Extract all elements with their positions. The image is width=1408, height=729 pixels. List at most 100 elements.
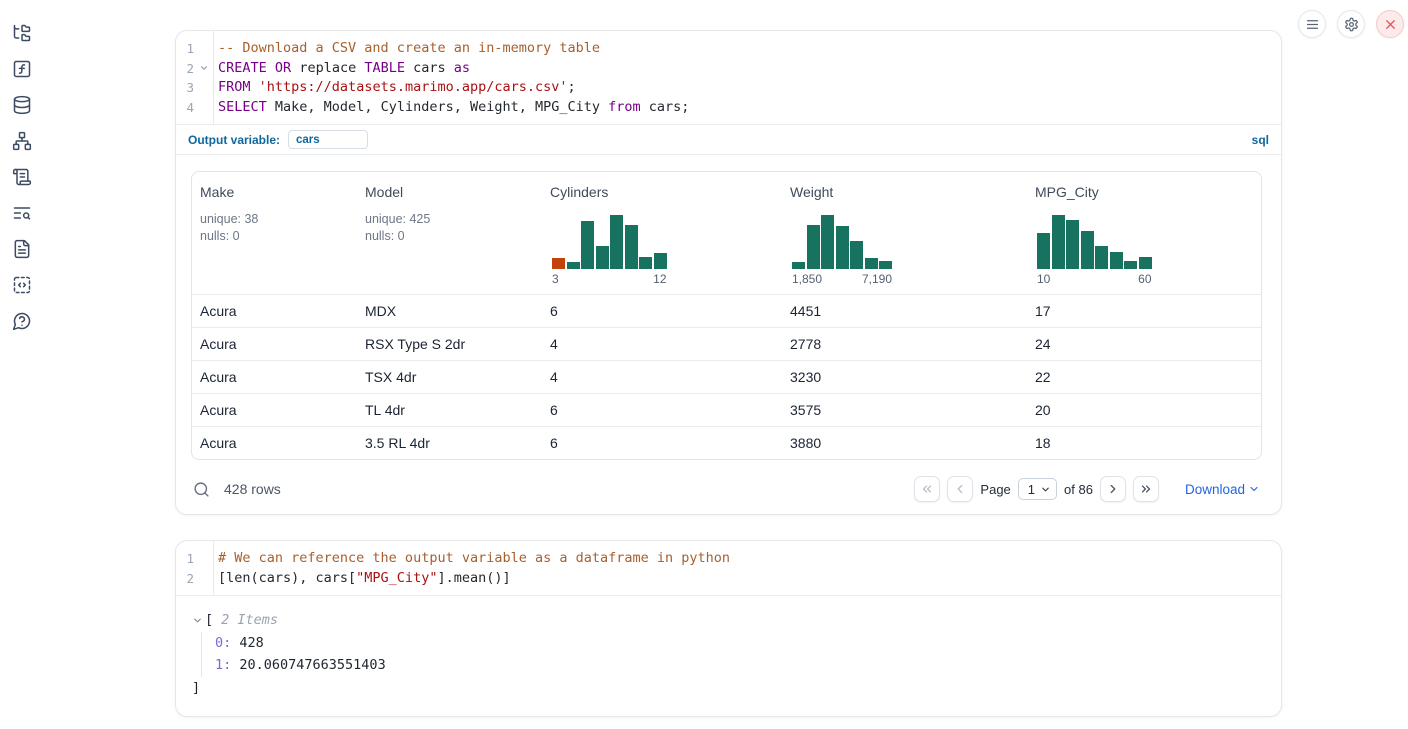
chevrons-left-icon (920, 482, 934, 496)
table-cell: 2778 (782, 327, 1027, 360)
snippets-icon (12, 275, 32, 295)
table-cell: 6 (542, 294, 782, 327)
prev-page-button[interactable] (947, 476, 973, 502)
table-cell: 6 (542, 393, 782, 426)
folder-tree-icon (12, 23, 32, 43)
tree-item: 0: 428 (215, 632, 1265, 655)
histogram-bar (1124, 261, 1137, 269)
tree-item-value: 428 (231, 635, 264, 651)
line-number: 4 (176, 98, 194, 118)
code-line[interactable]: 2[len(cars), cars["MPG_City"].mean()] (176, 569, 1281, 589)
table-cell: 3575 (782, 393, 1027, 426)
histogram-bar (879, 261, 892, 269)
download-button[interactable]: Download (1185, 482, 1260, 497)
page-total-label: of 86 (1064, 482, 1093, 497)
log-search-icon (12, 203, 32, 223)
column-histogram: 312 (552, 215, 667, 286)
document-icon (12, 239, 32, 259)
code-text: FROM 'https://datasets.marimo.app/cars.c… (213, 78, 576, 98)
column-stats: unique: 425nulls: 0 (365, 211, 534, 245)
table-cell: TSX 4dr (357, 360, 542, 393)
table-cell: 4451 (782, 294, 1027, 327)
file-explorer-button[interactable] (12, 23, 32, 43)
histogram-bar (1110, 252, 1123, 269)
page-select-value: 1 (1028, 482, 1035, 497)
collapse-icon[interactable] (192, 615, 203, 626)
shutdown-icon (1383, 17, 1398, 32)
histogram-axis-labels: 1060 (1037, 272, 1152, 286)
first-page-button[interactable] (914, 476, 940, 502)
code-line[interactable]: 1-- Download a CSV and create an in-memo… (176, 39, 1281, 59)
histogram-bar (1095, 246, 1108, 269)
help-button[interactable] (12, 311, 32, 331)
table-footer: 428 rows Page 1 of 86 Download (191, 474, 1262, 504)
table-row[interactable]: AcuraTL 4dr6357520 (192, 393, 1261, 426)
page-select[interactable]: 1 (1018, 478, 1057, 500)
fold-icon[interactable] (194, 59, 213, 79)
column-name: Make (200, 184, 349, 200)
tree-item-value: 20.060747663551403 (231, 657, 385, 673)
code-line[interactable]: 1# We can reference the output variable … (176, 549, 1281, 569)
bracket-close: ] (192, 677, 1265, 700)
column-header-model: Model unique: 425nulls: 0 (357, 172, 542, 294)
datasources-panel-button[interactable] (12, 95, 32, 115)
code-text: CREATE OR replace TABLE cars as (213, 59, 470, 79)
notebook: 1-- Download a CSV and create an in-memo… (175, 30, 1282, 717)
code-line[interactable]: 2CREATE OR replace TABLE cars as (176, 59, 1281, 79)
menu-button[interactable] (1298, 10, 1326, 38)
table-cell: TL 4dr (357, 393, 542, 426)
next-page-button[interactable] (1100, 476, 1126, 502)
snippets-panel-button[interactable] (12, 275, 32, 295)
language-badge: sql (1252, 133, 1269, 147)
code-line[interactable]: 4SELECT Make, Model, Cylinders, Weight, … (176, 98, 1281, 118)
page-label: Page (980, 482, 1010, 497)
chevron-left-icon (953, 482, 967, 496)
table-row[interactable]: AcuraRSX Type S 2dr4277824 (192, 327, 1261, 360)
sql-code-editor[interactable]: 1-- Download a CSV and create an in-memo… (176, 31, 1281, 124)
code-line[interactable]: 3FROM 'https://datasets.marimo.app/cars.… (176, 78, 1281, 98)
code-text: [len(cars), cars["MPG_City"].mean()] (213, 569, 511, 589)
table-row[interactable]: AcuraTSX 4dr4323022 (192, 360, 1261, 393)
histogram-bar (567, 262, 580, 269)
table-cell: Acura (192, 327, 357, 360)
sql-cell: 1-- Download a CSV and create an in-memo… (175, 30, 1282, 515)
column-name: Model (365, 184, 534, 200)
column-header-make: Makeunique: 38nulls: 0 (192, 172, 357, 294)
output-variable-input[interactable] (288, 130, 368, 149)
settings-button[interactable] (1337, 10, 1365, 38)
python-code-editor[interactable]: 1# We can reference the output variable … (176, 541, 1281, 595)
table-cell: 18 (1027, 426, 1261, 459)
table-row[interactable]: Acura3.5 RL 4dr6388018 (192, 426, 1261, 459)
download-label: Download (1185, 482, 1245, 497)
table-row[interactable]: AcuraMDX6445117 (192, 294, 1261, 327)
scroll-icon (12, 167, 32, 187)
fold-gutter (194, 549, 213, 569)
bracket-open: [ (205, 609, 213, 632)
line-number: 1 (176, 39, 194, 59)
histogram-bar (596, 246, 609, 269)
table-cell: Acura (192, 294, 357, 327)
table-cell: 20 (1027, 393, 1261, 426)
histogram-bar (581, 221, 594, 269)
output-variable-label: Output variable: (188, 133, 280, 147)
shutdown-button[interactable] (1376, 10, 1404, 38)
scratchpad-button[interactable] (12, 167, 32, 187)
sql-cell-toolbar: Output variable: sql (176, 124, 1281, 154)
column-header-weight: Weight1,8507,190 (782, 172, 1027, 294)
histogram-bar (625, 225, 638, 269)
table-cell: RSX Type S 2dr (357, 327, 542, 360)
documentation-panel-button[interactable] (12, 239, 32, 259)
chevron-down-icon (1040, 484, 1051, 495)
variables-panel-button[interactable] (12, 59, 32, 79)
histogram-bar (836, 226, 849, 269)
fold-gutter (194, 39, 213, 59)
search-icon[interactable] (193, 481, 210, 498)
helper-sidebar (0, 0, 44, 729)
histogram-axis-labels: 1,8507,190 (792, 272, 892, 286)
dependency-graph-button[interactable] (12, 131, 32, 151)
logs-panel-button[interactable] (12, 203, 32, 223)
settings-icon (1344, 17, 1359, 32)
histogram-axis-labels: 312 (552, 272, 667, 286)
last-page-button[interactable] (1133, 476, 1159, 502)
column-histogram: 1060 (1037, 215, 1152, 286)
